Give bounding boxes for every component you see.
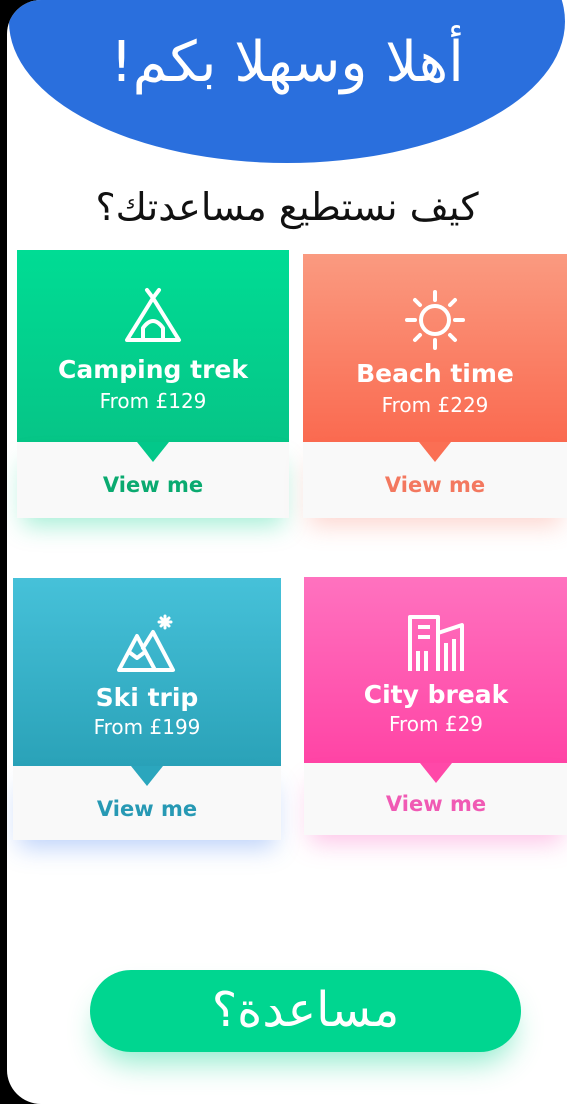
card-header: Ski trip From £199 (13, 578, 281, 766)
card-ski-trip[interactable]: Ski trip From £199 View me (13, 578, 281, 840)
tent-icon (121, 284, 185, 348)
view-me-button[interactable]: View me (13, 794, 281, 824)
card-city-break[interactable]: City break From £29 View me (304, 577, 567, 835)
sun-icon (403, 288, 467, 352)
view-me-button[interactable]: View me (304, 789, 567, 819)
card-price: From £229 (381, 393, 489, 417)
card-pointer (420, 763, 452, 783)
help-button[interactable]: مساعدة؟ (90, 970, 521, 1052)
card-beach-time[interactable]: Beach time From £229 View me (303, 254, 567, 518)
help-question: كيف نستطيع مساعدتك؟ (95, 185, 479, 229)
card-camping-trek[interactable]: Camping trek From £129 View me (17, 250, 289, 518)
mountain-icon (115, 612, 179, 676)
card-price: From £199 (93, 715, 201, 739)
card-title: Camping trek (58, 355, 248, 384)
card-header: Camping trek From £129 (17, 250, 289, 442)
card-price: From £129 (99, 389, 207, 413)
view-me-button[interactable]: View me (303, 470, 567, 500)
view-me-button[interactable]: View me (17, 470, 289, 500)
card-title: Ski trip (95, 683, 199, 712)
app-screen: أهلا وسهلا بكم! كيف نستطيع مساعدتك؟ Camp… (7, 0, 567, 1104)
card-title: City break (363, 680, 509, 709)
card-pointer (131, 766, 163, 786)
card-pointer (137, 442, 169, 462)
card-header: Beach time From £229 (303, 254, 567, 442)
city-icon (404, 611, 468, 675)
card-pointer (419, 442, 451, 462)
card-header: City break From £29 (304, 577, 567, 763)
welcome-title: أهلا وسهلا بكم! (110, 30, 464, 95)
card-title: Beach time (356, 359, 514, 388)
card-price: From £29 (388, 712, 484, 736)
